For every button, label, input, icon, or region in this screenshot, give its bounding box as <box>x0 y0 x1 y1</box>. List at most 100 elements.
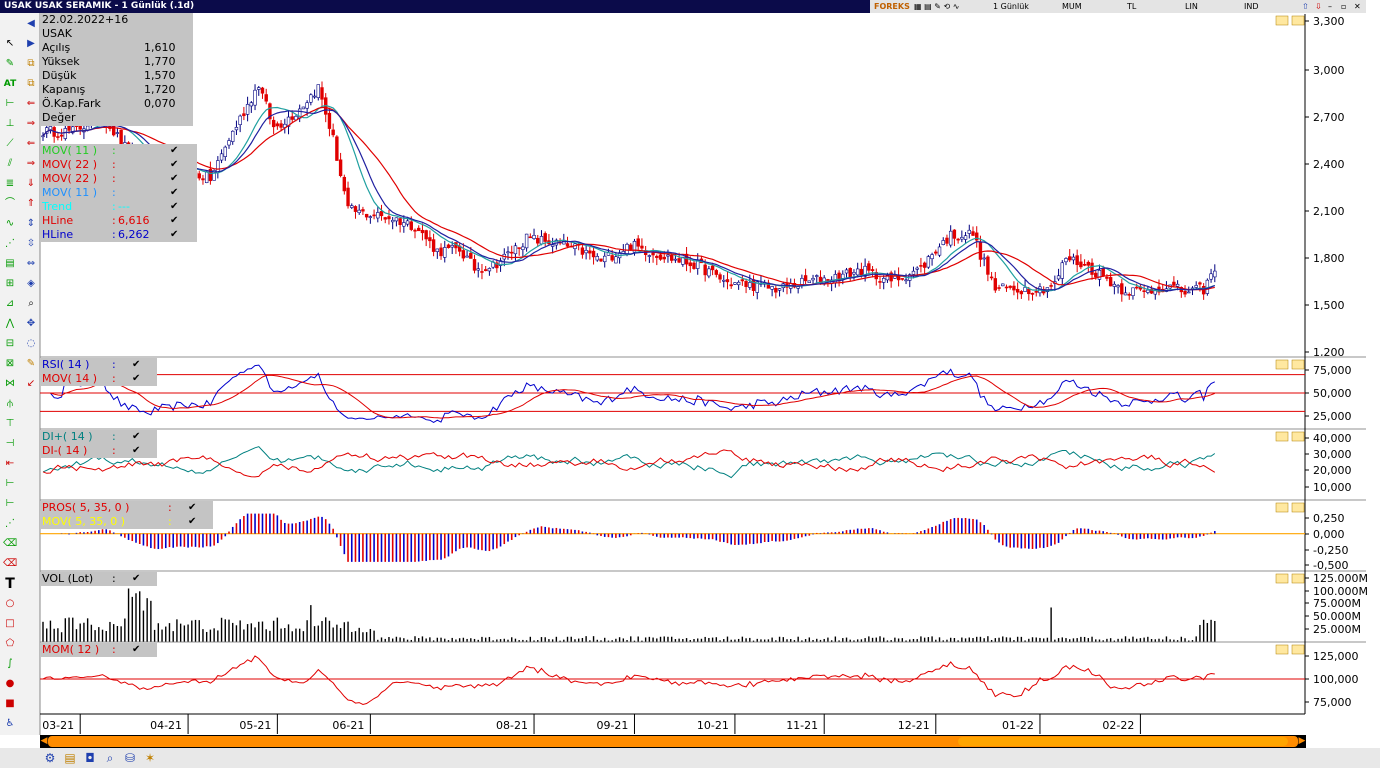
candle-body <box>669 254 674 261</box>
candle-body <box>1120 283 1124 295</box>
legend-check-icon[interactable]: ✔ <box>170 144 178 158</box>
price-legend-row[interactable]: HLine:6,616 ✔ <box>40 214 197 228</box>
price-legend-row[interactable]: MOV( 22 ): ✔ <box>40 158 197 172</box>
candle-body <box>320 87 324 100</box>
legend-name: MOV( 22 ) <box>42 172 98 185</box>
candle-body <box>614 256 618 264</box>
info-low-label: Düşük <box>42 69 77 82</box>
info-value-label: Değer <box>42 111 76 124</box>
y-tick-label: 40,000 <box>1313 432 1352 445</box>
legend-check-icon[interactable]: ✔ <box>170 172 178 186</box>
candle-body <box>443 247 447 258</box>
database-icon[interactable]: ⛁ <box>122 750 138 766</box>
candle-body <box>469 252 473 259</box>
legend-name: Trend <box>42 200 73 213</box>
pros-legend-row[interactable]: PROS( 5, 35, 0 ): ✔ <box>40 501 213 515</box>
horizontal-scrollbar[interactable]: ◀ ▶ <box>40 735 1306 748</box>
settings-icon[interactable]: ⚙ <box>42 750 58 766</box>
candle-body <box>312 95 317 98</box>
pros-legend[interactable]: PROS( 5, 35, 0 ): ✔ MOV( 5, 35, 0 ): ✔ <box>40 501 213 529</box>
dmi-legend-row[interactable]: DI-( 14 ): ✔ <box>40 444 157 458</box>
price-legend[interactable]: MOV( 11 ): ✔ MOV( 22 ): ✔ MOV( 22 ): ✔ MOV( 11… <box>40 144 197 242</box>
candle-body <box>316 84 320 98</box>
scroll-thumb[interactable] <box>958 737 1288 746</box>
price-legend-row[interactable]: Trend: --- ✔ <box>40 200 197 214</box>
legend-check-icon[interactable]: ✔ <box>170 214 178 228</box>
price-legend-row[interactable]: HLine:6,262 ✔ <box>40 228 197 242</box>
di-plus-line <box>42 446 1216 479</box>
candle-body <box>483 269 488 272</box>
save-icon[interactable]: ◘ <box>82 750 98 766</box>
legend-check-icon[interactable]: ✔ <box>170 186 178 200</box>
legend-separator: : <box>112 643 116 656</box>
rsi-line <box>43 364 1216 423</box>
legend-separator: : <box>112 572 116 585</box>
candle-body <box>1213 270 1217 278</box>
candle-body <box>986 256 990 275</box>
legend-check-icon[interactable]: ✔ <box>132 444 140 458</box>
candle-body <box>1075 255 1079 266</box>
candle-body <box>666 254 670 257</box>
info-change-label: Ö.Kap.Fark <box>42 97 101 110</box>
price-legend-row[interactable]: MOV( 11 ): ✔ <box>40 186 197 200</box>
legend-check-icon[interactable]: ✔ <box>132 372 140 386</box>
candle-body <box>1023 287 1027 292</box>
candle-body <box>610 255 614 261</box>
vol-legend-row[interactable]: VOL (Lot): ✔ <box>40 572 157 586</box>
candle-body <box>383 217 387 220</box>
price-legend-row[interactable]: MOV( 11 ): ✔ <box>40 144 197 158</box>
scroll-right-icon[interactable]: ▶ <box>1298 735 1306 748</box>
candle-body <box>197 173 201 179</box>
mom-legend[interactable]: MOM( 12 ): ✔ <box>40 643 157 657</box>
legend-check-icon[interactable]: ✔ <box>188 515 196 529</box>
candle-body <box>919 265 923 267</box>
y-tick-label: 125.000M <box>1313 572 1368 585</box>
ma-22-line <box>42 106 1215 291</box>
candle-body <box>550 244 555 247</box>
rsi-legend[interactable]: RSI( 14 ): ✔ MOV( 14 ): ✔ <box>40 358 157 386</box>
zoom-bottom-icon[interactable]: ⌕ <box>102 750 118 766</box>
dmi-legend[interactable]: DI+( 14 ): ✔ DI-( 14 ): ✔ <box>40 430 157 458</box>
candle-body <box>989 276 994 279</box>
candle-body <box>242 113 246 117</box>
candle-body <box>390 219 395 223</box>
legend-check-icon[interactable]: ✔ <box>132 430 140 444</box>
price-legend-row[interactable]: MOV( 22 ): ✔ <box>40 172 197 186</box>
candle-body <box>952 229 957 239</box>
dmi-legend-row[interactable]: DI+( 14 ): ✔ <box>40 430 157 444</box>
candle-body <box>777 288 782 291</box>
candle-body <box>1134 286 1139 289</box>
legend-check-icon[interactable]: ✔ <box>132 643 140 657</box>
legend-check-icon[interactable]: ✔ <box>170 200 178 214</box>
candle-body <box>249 102 254 107</box>
info-high-value: 1,770 <box>144 55 176 68</box>
candle-body <box>599 258 603 262</box>
candle-body <box>848 267 852 278</box>
candle-body <box>338 159 343 177</box>
vol-legend[interactable]: VOL (Lot): ✔ <box>40 572 157 586</box>
candle-body <box>1012 285 1016 291</box>
candle-body <box>260 87 265 94</box>
candle-body <box>636 238 640 247</box>
candle-body <box>305 102 309 109</box>
legend-value: 6,262 <box>118 228 150 241</box>
chart-area[interactable]: 3,3003,0002,7002,4002,1001,8001,5001,200… <box>0 0 1380 735</box>
legend-check-icon[interactable]: ✔ <box>170 158 178 172</box>
mom-legend-row[interactable]: MOM( 12 ): ✔ <box>40 643 157 657</box>
candle-body <box>368 216 373 218</box>
candle-body <box>1027 288 1031 295</box>
legend-check-icon[interactable]: ✔ <box>132 358 140 372</box>
candle-body <box>625 243 629 255</box>
info-open-label: Açılış <box>42 41 71 54</box>
pros-legend-row[interactable]: MOV( 5, 35, 0 ): ✔ <box>40 515 213 529</box>
rsi-legend-row[interactable]: RSI( 14 ): ✔ <box>40 358 157 372</box>
rsi-legend-row[interactable]: MOV( 14 ): ✔ <box>40 372 157 386</box>
candle-body <box>376 212 380 219</box>
legend-check-icon[interactable]: ✔ <box>132 572 140 586</box>
scroll-left-icon[interactable]: ◀ <box>40 735 48 748</box>
legend-check-icon[interactable]: ✔ <box>188 501 196 515</box>
candle-body <box>472 259 477 271</box>
legend-check-icon[interactable]: ✔ <box>170 228 178 242</box>
folder-icon[interactable]: ▤ <box>62 750 78 766</box>
star-icon[interactable]: ✶ <box>142 750 158 766</box>
